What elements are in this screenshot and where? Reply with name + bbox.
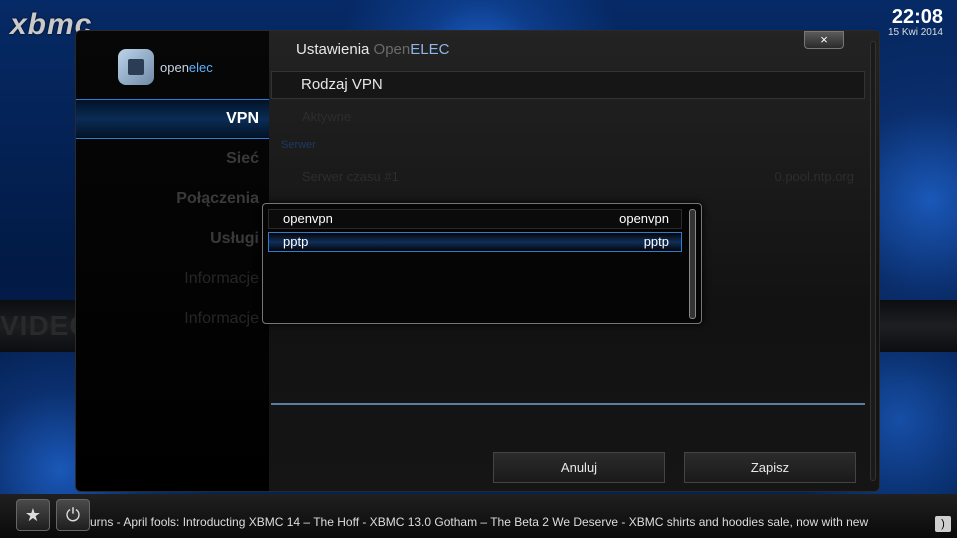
sidebar-item-info-2[interactable]: Informacje — [76, 299, 269, 339]
list-item-value: pptp — [643, 234, 669, 249]
rss-icon[interactable]: ) — [935, 516, 951, 532]
list-item-label: openvpn — [283, 211, 333, 226]
sidebar-items: VPN Sieć Połączenia Usługi Informacje In… — [76, 99, 269, 339]
list-item[interactable]: openvpn openvpn — [268, 209, 682, 229]
sidebar-item-connections[interactable]: Połączenia — [76, 179, 269, 219]
sidebar-item-services[interactable]: Usługi — [76, 219, 269, 259]
sidebar-item-info[interactable]: Informacje — [76, 259, 269, 299]
dialog-title: Ustawienia OpenELEC — [296, 41, 450, 58]
vpn-type-select-popup: openvpn openvpn pptp pptp — [262, 203, 702, 324]
openelec-logo-text: openelec — [160, 59, 213, 75]
close-button[interactable]: × — [804, 31, 844, 49]
power-icon: ⏻ — [65, 504, 81, 525]
clock-date: 15 Kwi 2014 — [887, 27, 943, 38]
save-button[interactable]: Zapisz — [684, 452, 856, 483]
ghost-item-ntp: Serwer czasu #1 — [302, 169, 399, 184]
sidebar-item-network[interactable]: Sieć — [76, 139, 269, 179]
ghost-section-2: Serwer — [281, 139, 316, 151]
cancel-button[interactable]: Anuluj — [493, 452, 665, 483]
star-icon: ★ — [24, 504, 42, 525]
sidebar: openelec VPN Sieć Połączenia Usługi Info… — [76, 31, 269, 491]
popup-scrollbar[interactable] — [689, 209, 696, 319]
list-item-selected[interactable]: pptp pptp — [268, 232, 682, 252]
ghost-item-ntp-value: 0.pool.ntp.org — [774, 169, 854, 184]
openelec-logo-icon — [118, 49, 154, 85]
vpn-type-header: Rodzaj VPN — [271, 71, 865, 99]
favourites-button[interactable]: ★ — [16, 499, 50, 531]
openelec-logo: openelec — [118, 47, 238, 87]
rss-ticker: urns - April fools: Introducting XBMC 14… — [90, 515, 869, 529]
list-item-value: openvpn — [619, 211, 669, 226]
scrollbar[interactable] — [870, 41, 876, 481]
clock-time: 22:08 — [891, 6, 943, 28]
list-item-label: pptp — [283, 234, 309, 249]
power-button[interactable]: ⏻ — [56, 499, 90, 531]
sidebar-item-vpn[interactable]: VPN — [76, 99, 269, 139]
divider — [271, 403, 865, 405]
ghost-item-active: Aktywne — [302, 109, 352, 124]
